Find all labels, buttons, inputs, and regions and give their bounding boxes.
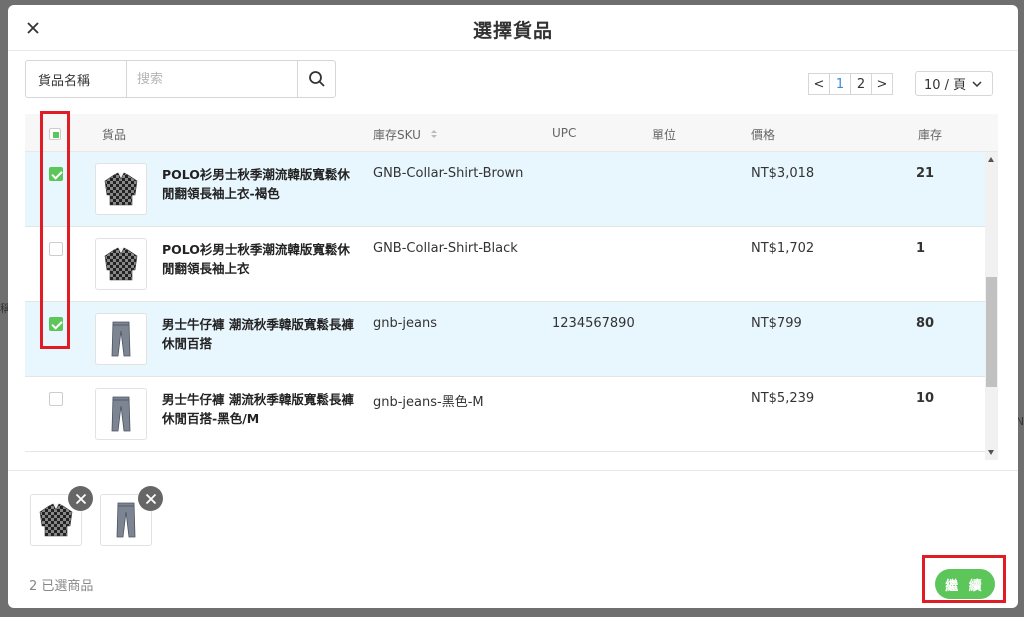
search-icon (308, 71, 325, 87)
row-checkbox[interactable] (49, 317, 63, 331)
scroll-down-arrow[interactable] (988, 450, 994, 455)
row-checkbox[interactable] (49, 392, 63, 406)
jeans-icon (95, 313, 147, 365)
remove-item-button[interactable] (138, 486, 163, 511)
selected-count: 2 已選商品 (29, 579, 94, 594)
modal-title: 選擇貨品 (472, 20, 553, 42)
page-size-value: 10 / 頁 (924, 78, 967, 93)
product-name: 男士牛仔褲 潮流秋季韓版寬鬆長褲休閒百搭-黑色/M (162, 392, 354, 426)
product-sku: GNB-Collar-Shirt-Brown (373, 166, 524, 181)
search-field-selector[interactable]: 貨品名稱 (26, 61, 127, 97)
jeans-icon (95, 388, 147, 440)
table-body: POLO衫男士秋季潮流韓版寬鬆休閒翻領長袖上衣-褐色 GNB-Collar-Shi… (25, 152, 985, 460)
next-page-button[interactable]: > (871, 73, 893, 95)
page-size-select[interactable]: 10 / 頁 (915, 71, 993, 96)
table-header: 貨品 庫存SKU UPC 單位 價格 庫存 (25, 114, 998, 152)
table-row[interactable]: POLO衫男士秋季潮流韓版寬鬆休閒翻領長袖上衣 GNB-Collar-Shirt-… (25, 227, 985, 302)
product-price: NT$5,239 (751, 391, 815, 406)
product-table: 貨品 庫存SKU UPC 單位 價格 庫存 POLO衫男士秋季潮流韓版寬鬆休閒翻… (25, 114, 998, 460)
modal-footer: 2 已選商品 繼 續 (8, 560, 1018, 608)
product-price: NT$799 (751, 316, 802, 331)
row-checkbox[interactable] (49, 167, 63, 181)
select-all-checkbox[interactable] (49, 128, 61, 140)
select-product-modal: 選擇貨品 貨品名稱 < 1 2 > 10 / 頁 貨品 庫存SKU (8, 5, 1018, 608)
table-row[interactable]: 男士牛仔褲 潮流秋季韓版寬鬆長褲休閒百搭-黑色/M gnb-jeans-黑色-M N… (25, 377, 985, 452)
prev-page-button[interactable]: < (808, 73, 830, 95)
header-sku-label: 庫存SKU (373, 128, 421, 142)
product-upc: 1234567890 (552, 316, 635, 331)
product-name: POLO衫男士秋季潮流韓版寬鬆休閒翻領長袖上衣 (162, 242, 350, 276)
product-name: POLO衫男士秋季潮流韓版寬鬆休閒翻領長袖上衣-褐色 (162, 167, 350, 201)
product-stock: 21 (916, 166, 935, 181)
product-stock: 80 (916, 316, 935, 331)
header-upc: UPC (552, 126, 577, 140)
product-price: NT$1,702 (751, 241, 815, 256)
search-input[interactable] (127, 61, 297, 97)
selected-item-chip (100, 486, 163, 546)
product-price: NT$3,018 (751, 166, 815, 181)
header-product: 貨品 (102, 128, 127, 142)
toolbar: 貨品名稱 < 1 2 > 10 / 頁 (25, 60, 1001, 100)
page-button-1[interactable]: 1 (829, 73, 851, 95)
modal-header: 選擇貨品 (8, 5, 1018, 51)
chevron-down-icon (972, 81, 982, 88)
close-icon (145, 493, 156, 504)
selected-items-area (8, 470, 1018, 560)
header-unit: 單位 (652, 128, 677, 142)
scroll-thumb[interactable] (986, 277, 997, 387)
selected-item-chip (30, 486, 93, 546)
scroll-up-arrow[interactable] (988, 157, 994, 162)
product-stock: 1 (916, 241, 926, 256)
sort-icon (430, 130, 437, 138)
header-price: 價格 (751, 128, 776, 142)
row-checkbox[interactable] (49, 242, 63, 256)
product-sku: gnb-jeans-黑色-M (373, 395, 484, 410)
table-scrollbar[interactable] (985, 152, 998, 460)
header-sku[interactable]: 庫存SKU (373, 126, 439, 143)
plaid-shirt-icon (95, 238, 147, 290)
search-group: 貨品名稱 (25, 60, 336, 98)
pagination: < 1 2 > (808, 73, 893, 95)
product-sku: gnb-jeans (373, 316, 438, 331)
product-stock: 10 (916, 391, 935, 406)
table-row[interactable]: POLO衫男士秋季潮流韓版寬鬆休閒翻領長袖上衣-褐色 GNB-Collar-Shi… (25, 152, 985, 227)
table-row[interactable]: 男士牛仔褲 潮流秋季韓版寬鬆長褲休閒百搭 gnb-jeans 1234567890 N… (25, 302, 985, 377)
plaid-shirt-icon (95, 163, 147, 215)
header-stock: 庫存 (918, 128, 943, 142)
continue-button[interactable]: 繼 續 (935, 569, 995, 599)
search-button[interactable] (297, 61, 335, 97)
close-icon (75, 493, 86, 504)
remove-item-button[interactable] (68, 486, 93, 511)
page-button-2[interactable]: 2 (850, 73, 872, 95)
product-name: 男士牛仔褲 潮流秋季韓版寬鬆長褲休閒百搭 (162, 317, 354, 351)
product-sku: GNB-Collar-Shirt-Black (373, 241, 518, 256)
